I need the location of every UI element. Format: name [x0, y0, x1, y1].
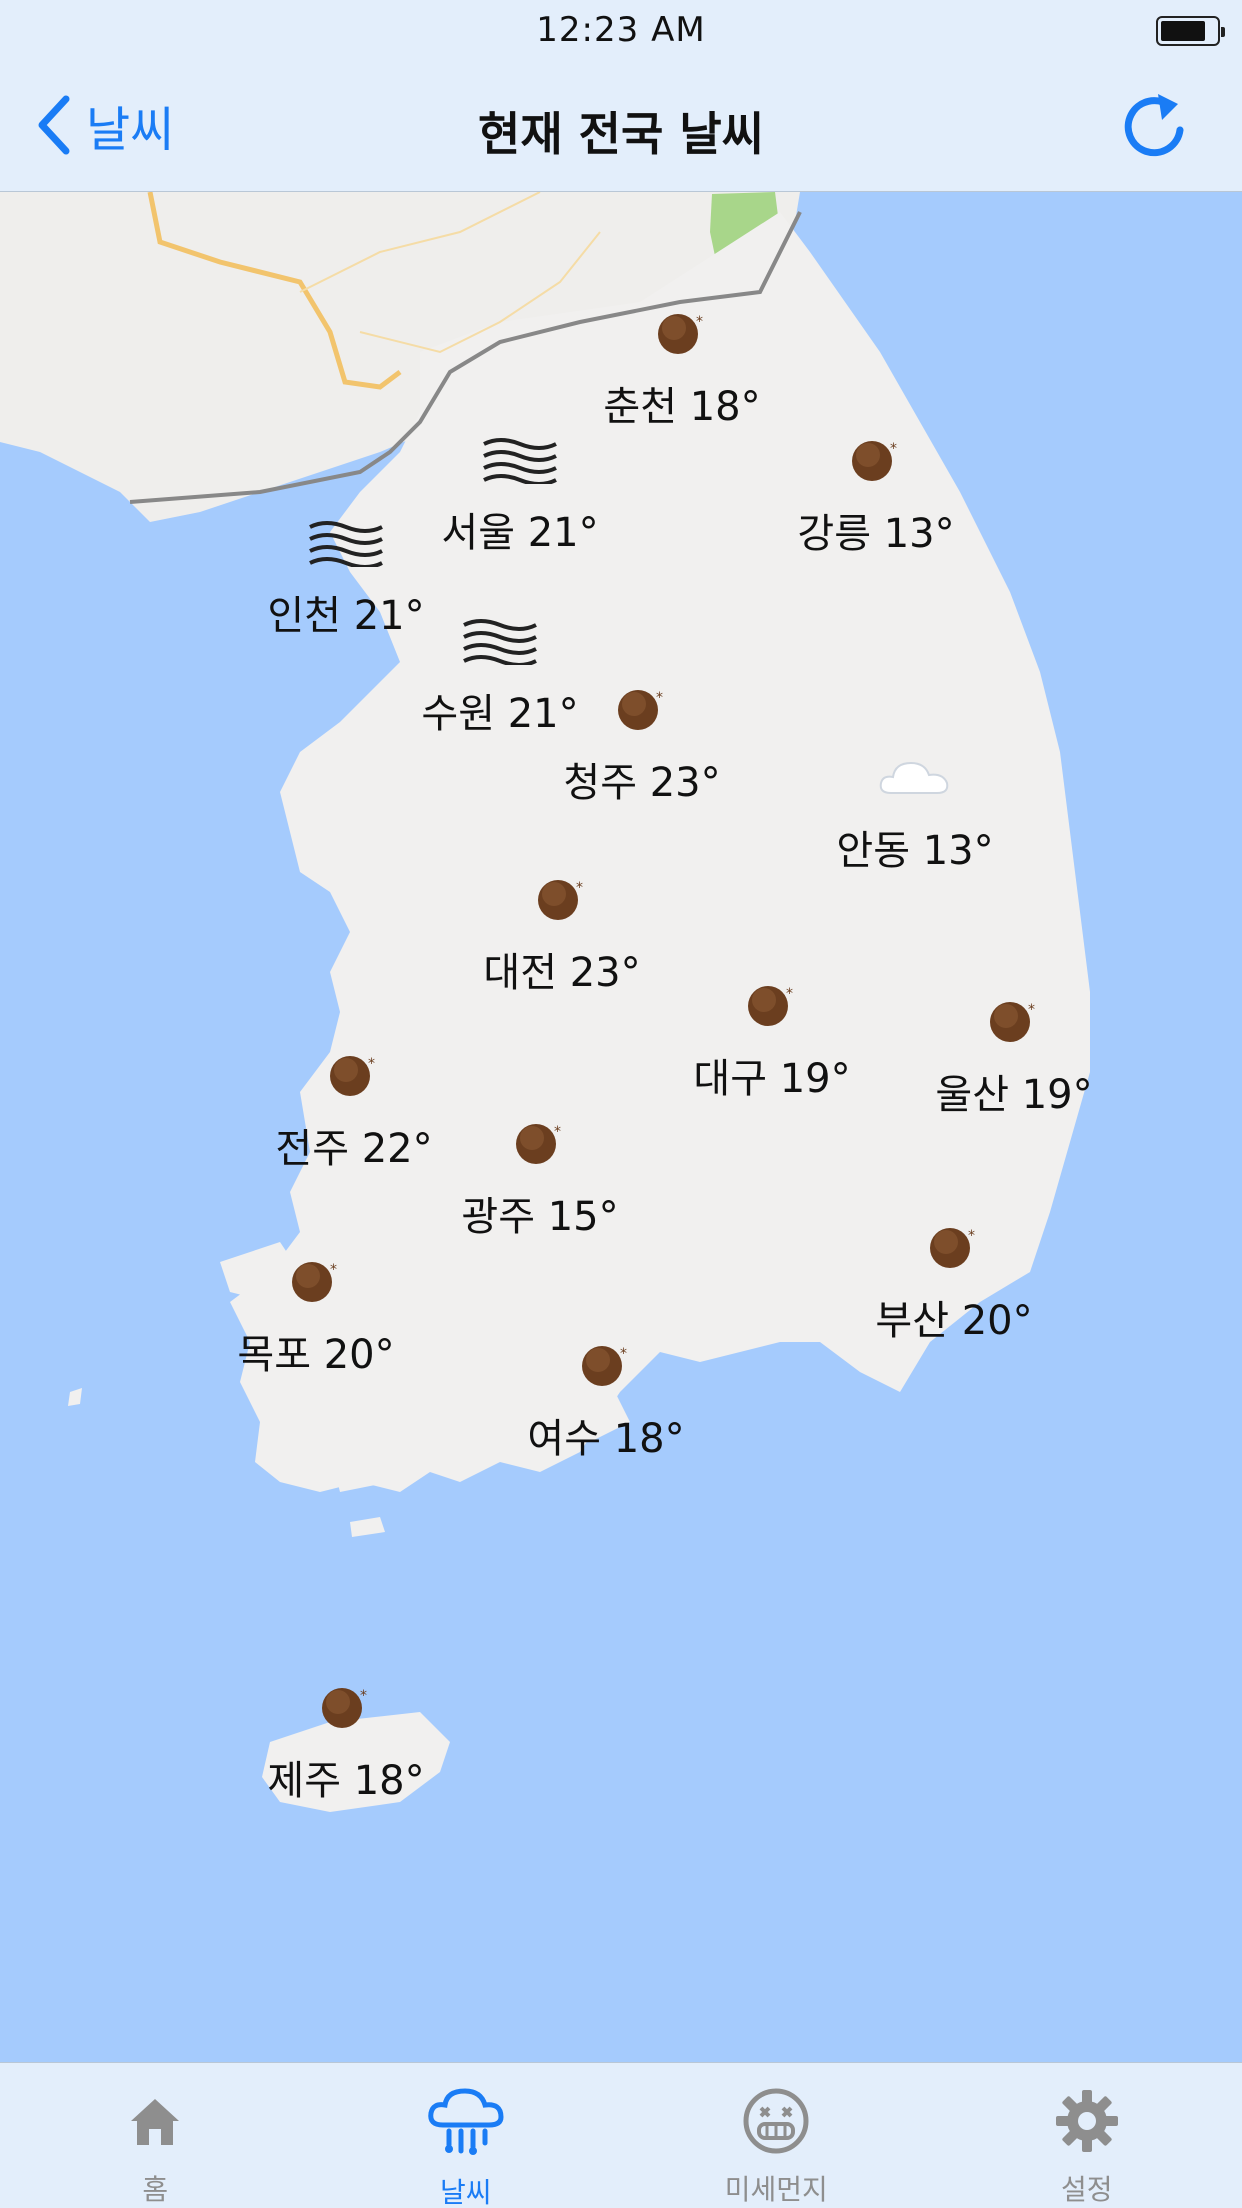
moon-icon: *: [984, 984, 1044, 1058]
battery-icon: [1156, 16, 1225, 46]
city-label: 광주 15°: [461, 1194, 619, 1240]
haze-icon: [480, 422, 560, 496]
svg-text:*: *: [360, 1688, 367, 1704]
moon-icon: *: [612, 672, 672, 746]
haze-icon: [306, 505, 386, 579]
svg-text:*: *: [1028, 1002, 1035, 1018]
svg-text:*: *: [576, 880, 583, 896]
weather-map[interactable]: * 춘천 18° 서울 21° * 강릉 13° 인천 21° 수원 21° *…: [0, 192, 1242, 2062]
tab-settings[interactable]: 설정: [932, 2063, 1242, 2208]
city-ulsan[interactable]: * 울산 19°: [894, 984, 1134, 1120]
city-daegu[interactable]: * 대구 19°: [652, 968, 892, 1104]
city-label: 여수 18°: [527, 1416, 685, 1462]
city-label: 대전 23°: [483, 950, 641, 996]
status-time: 12:23 AM: [536, 10, 706, 50]
tab-fine-dust[interactable]: 미세먼지: [621, 2063, 932, 2208]
city-chuncheon[interactable]: * 춘천 18°: [562, 296, 802, 432]
tab-label: 미세먼지: [724, 2173, 828, 2206]
city-gangneung[interactable]: * 강릉 13°: [756, 423, 996, 559]
haze-icon: [460, 603, 540, 677]
svg-text:*: *: [656, 690, 663, 706]
refresh-button[interactable]: [1118, 90, 1190, 162]
moon-icon: *: [576, 1328, 636, 1402]
tab-label: 홈: [142, 2173, 169, 2206]
tab-label: 설정: [1060, 2173, 1113, 2206]
refresh-icon: [1124, 94, 1184, 157]
city-label: 부산 20°: [875, 1298, 1033, 1344]
city-gwangju[interactable]: * 광주 15°: [420, 1106, 660, 1242]
svg-text:*: *: [620, 1346, 627, 1362]
city-label: 전주 22°: [275, 1126, 433, 1172]
status-bar: 12:23 AM: [0, 0, 1242, 60]
svg-text:*: *: [786, 986, 793, 1002]
city-jeju[interactable]: * 제주 18°: [226, 1670, 466, 1806]
city-daejeon[interactable]: * 대전 23°: [442, 862, 682, 998]
navigation-bar: 날씨 현재 전국 날씨: [0, 60, 1242, 192]
tab-label: 날씨: [439, 2176, 492, 2208]
city-label: 목포 20°: [237, 1332, 395, 1378]
city-yeosu[interactable]: * 여수 18°: [486, 1328, 726, 1464]
city-mokpo[interactable]: * 목포 20°: [196, 1244, 436, 1380]
tab-home[interactable]: 홈: [0, 2063, 311, 2208]
city-andong[interactable]: 안동 13°: [795, 740, 1035, 876]
weather-rain-icon: [427, 2085, 505, 2159]
city-busan[interactable]: * 부산 20°: [834, 1210, 1074, 1346]
tab-bar: 홈 날씨 미세먼지 설정: [0, 2062, 1242, 2208]
svg-text:*: *: [890, 441, 897, 457]
city-label: 울산 19°: [935, 1072, 1093, 1118]
city-cheongju[interactable]: * 청주 23°: [522, 672, 762, 808]
city-label: 청주 23°: [563, 760, 721, 806]
moon-icon: *: [324, 1038, 384, 1112]
svg-text:*: *: [968, 1228, 975, 1244]
gear-icon: [1054, 2085, 1120, 2156]
page-title: 현재 전국 날씨: [478, 107, 764, 161]
city-label: 대구 19°: [693, 1056, 851, 1102]
moon-icon: *: [846, 423, 906, 497]
svg-text:*: *: [696, 314, 703, 330]
tab-weather[interactable]: 날씨: [311, 2063, 622, 2208]
moon-icon: *: [286, 1244, 346, 1318]
cloud-icon: [877, 740, 953, 814]
home-icon: [125, 2085, 185, 2156]
svg-text:*: *: [554, 1124, 561, 1140]
moon-icon: *: [532, 862, 592, 936]
moon-icon: *: [316, 1670, 376, 1744]
city-label: 안동 13°: [836, 828, 994, 874]
city-label: 강릉 13°: [797, 511, 955, 557]
svg-text:*: *: [330, 1262, 337, 1278]
city-label: 제주 18°: [267, 1758, 425, 1804]
moon-icon: *: [652, 296, 712, 370]
moon-icon: *: [510, 1106, 570, 1180]
moon-icon: *: [924, 1210, 984, 1284]
svg-text:*: *: [368, 1056, 375, 1072]
moon-icon: *: [742, 968, 802, 1042]
dust-mask-icon: [741, 2085, 811, 2156]
